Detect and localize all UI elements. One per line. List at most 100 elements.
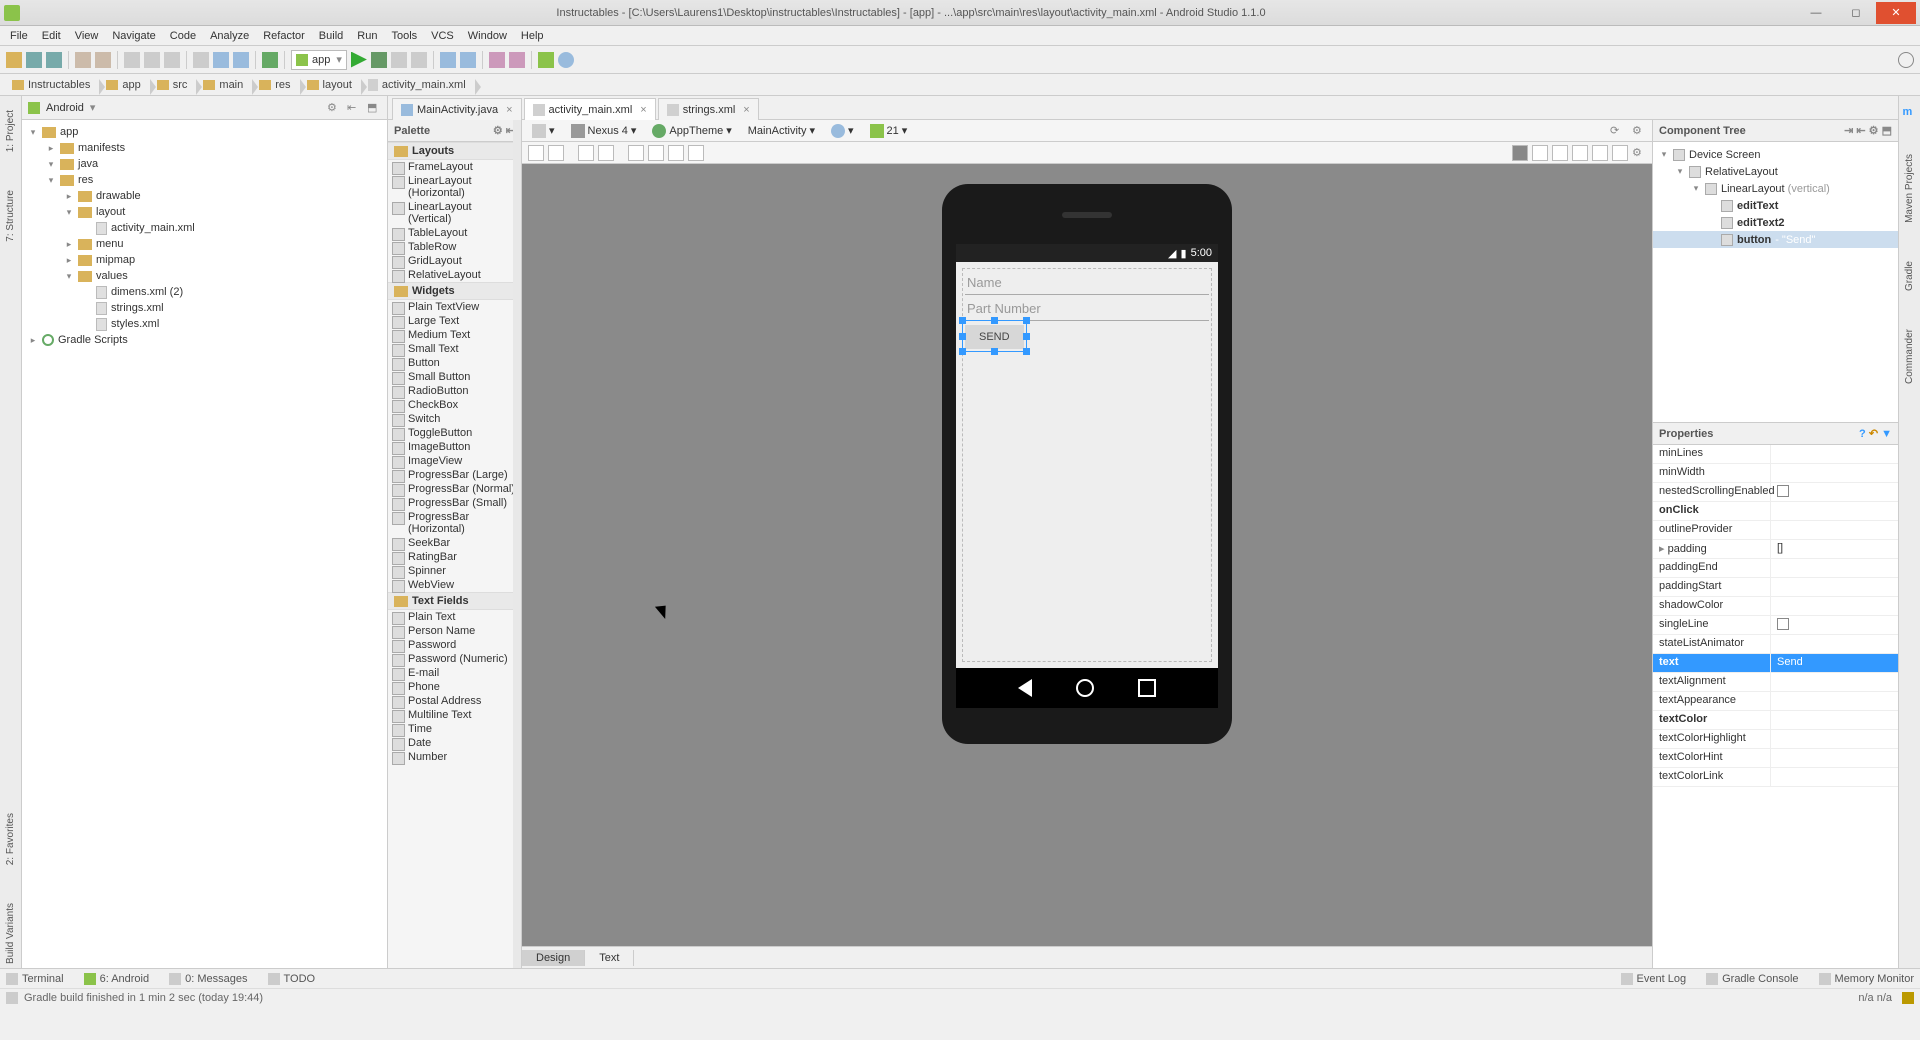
eventlog-tab[interactable]: Event Log xyxy=(1621,973,1687,985)
component-node[interactable]: ▾LinearLayout (vertical) xyxy=(1653,180,1898,197)
crumb[interactable]: Instructables xyxy=(6,77,100,93)
palette-group[interactable]: Widgets xyxy=(388,282,521,300)
palette-item[interactable]: FrameLayout xyxy=(388,160,521,174)
palette-item[interactable]: Spinner xyxy=(388,564,521,578)
component-tree[interactable]: ▾Device Screen▾RelativeLayout▾LinearLayo… xyxy=(1653,142,1898,422)
saveall-icon[interactable] xyxy=(46,52,62,68)
sync-icon[interactable] xyxy=(489,52,505,68)
property-row[interactable]: paddingStart xyxy=(1653,578,1898,597)
property-row[interactable]: stateListAnimator xyxy=(1653,635,1898,654)
property-row[interactable]: textSend xyxy=(1653,654,1898,673)
menu-help[interactable]: Help xyxy=(515,28,550,44)
maven-tab[interactable]: Maven Projects xyxy=(1904,150,1915,227)
menu-code[interactable]: Code xyxy=(164,28,202,44)
run-config-selector[interactable]: app ▾ xyxy=(291,50,347,70)
maven-icon[interactable]: m xyxy=(1903,106,1917,120)
palette-item[interactable]: RelativeLayout xyxy=(388,268,521,282)
tree-node[interactable]: ▾java xyxy=(22,156,387,172)
component-node[interactable]: ▾RelativeLayout xyxy=(1653,163,1898,180)
hide-icon[interactable]: ⬒ xyxy=(367,101,381,115)
zoom-fit-icon[interactable] xyxy=(1512,145,1528,161)
palette-item[interactable]: Phone xyxy=(388,680,521,694)
sdk-icon[interactable] xyxy=(460,52,476,68)
palette-item[interactable]: Switch xyxy=(388,412,521,426)
component-node[interactable]: editText2 xyxy=(1653,214,1898,231)
palette-item[interactable]: Password (Numeric) xyxy=(388,652,521,666)
tab-design[interactable]: Design xyxy=(522,950,585,966)
structure-tab[interactable]: 7: Structure xyxy=(5,186,16,246)
refresh-icon[interactable]: ⟳ xyxy=(1610,124,1624,138)
property-row[interactable]: minWidth xyxy=(1653,464,1898,483)
layout-icon[interactable] xyxy=(528,145,544,161)
tree-node[interactable]: ▸menu xyxy=(22,236,387,252)
component-node[interactable]: editText xyxy=(1653,197,1898,214)
palette-item[interactable]: SeekBar xyxy=(388,536,521,550)
minimize-button[interactable]: — xyxy=(1796,2,1836,24)
find-icon[interactable] xyxy=(193,52,209,68)
project-view-label[interactable]: Android xyxy=(46,102,84,114)
commander-tab[interactable]: Commander xyxy=(1904,325,1915,388)
menu-analyze[interactable]: Analyze xyxy=(204,28,255,44)
palette-item[interactable]: ImageView xyxy=(388,454,521,468)
gear-icon[interactable]: ⚙ xyxy=(1869,125,1879,137)
property-row[interactable]: textAlignment xyxy=(1653,673,1898,692)
property-row[interactable]: paddingEnd xyxy=(1653,559,1898,578)
filter-icon[interactable]: ▼ xyxy=(1881,428,1892,440)
android-tab[interactable]: 6: Android xyxy=(84,973,150,985)
stop-icon[interactable] xyxy=(411,52,427,68)
favorites-tab[interactable]: 2: Favorites xyxy=(5,809,16,869)
help-icon[interactable] xyxy=(558,52,574,68)
palette-item[interactable]: LinearLayout (Horizontal) xyxy=(388,174,521,200)
properties-list[interactable]: minLinesminWidthnestedScrollingEnabledon… xyxy=(1653,445,1898,968)
menu-view[interactable]: View xyxy=(69,28,105,44)
palette-item[interactable]: WebView xyxy=(388,578,521,592)
tree-node[interactable]: strings.xml xyxy=(22,300,387,316)
palette-item[interactable]: Small Text xyxy=(388,342,521,356)
undo-icon[interactable] xyxy=(75,52,91,68)
palette-item[interactable]: GridLayout xyxy=(388,254,521,268)
avd-icon[interactable] xyxy=(440,52,456,68)
crumb[interactable]: res xyxy=(253,77,300,93)
back-icon[interactable] xyxy=(213,52,229,68)
distribute-icon[interactable] xyxy=(668,145,684,161)
design-canvas[interactable]: ◢ ▮ 5:00 Name Part Number SEND xyxy=(522,164,1652,946)
memorymonitor-tab[interactable]: Memory Monitor xyxy=(1819,973,1914,985)
scrollbar[interactable] xyxy=(513,120,521,968)
palette-item[interactable]: Medium Text xyxy=(388,328,521,342)
close-tab-icon[interactable]: × xyxy=(506,104,512,116)
collapse-icon[interactable]: ⇤ xyxy=(1856,125,1865,137)
palette-list[interactable]: LayoutsFrameLayoutLinearLayout (Horizont… xyxy=(388,142,521,968)
debug-icon[interactable] xyxy=(371,52,387,68)
layout-icon[interactable] xyxy=(548,145,564,161)
search-icon[interactable] xyxy=(1898,52,1914,68)
palette-item[interactable]: Plain Text xyxy=(388,610,521,624)
palette-item[interactable]: Small Button xyxy=(388,370,521,384)
palette-item[interactable]: Button xyxy=(388,356,521,370)
palette-item[interactable]: CheckBox xyxy=(388,398,521,412)
zoom-in-icon[interactable] xyxy=(1552,145,1568,161)
property-row[interactable]: textColorLink xyxy=(1653,768,1898,787)
menu-edit[interactable]: Edit xyxy=(36,28,67,44)
close-button[interactable]: ✕ xyxy=(1876,2,1916,24)
palette-item[interactable]: ProgressBar (Large) xyxy=(388,468,521,482)
palette-item[interactable]: ToggleButton xyxy=(388,426,521,440)
tree-node[interactable]: dimens.xml (2) xyxy=(22,284,387,300)
menu-file[interactable]: File xyxy=(4,28,34,44)
run-icon[interactable] xyxy=(351,52,367,68)
edittext-name[interactable]: Name xyxy=(965,271,1209,295)
tree-node[interactable]: ▸mipmap xyxy=(22,252,387,268)
messages-tab[interactable]: 0: Messages xyxy=(169,973,247,985)
paste-icon[interactable] xyxy=(164,52,180,68)
menu-run[interactable]: Run xyxy=(351,28,383,44)
palette-item[interactable]: RadioButton xyxy=(388,384,521,398)
component-node[interactable]: ▾Device Screen xyxy=(1653,146,1898,163)
file-tab[interactable]: activity_main.xml× xyxy=(524,98,656,120)
collapse-icon[interactable]: ⇤ xyxy=(347,101,361,115)
palette-item[interactable]: ProgressBar (Horizontal) xyxy=(388,510,521,536)
tree-node[interactable]: ▾values xyxy=(22,268,387,284)
distribute-icon[interactable] xyxy=(628,145,644,161)
tree-node[interactable]: ▸manifests xyxy=(22,140,387,156)
align-icon[interactable] xyxy=(578,145,594,161)
palette-item[interactable]: Number xyxy=(388,750,521,764)
property-row[interactable]: textColor xyxy=(1653,711,1898,730)
